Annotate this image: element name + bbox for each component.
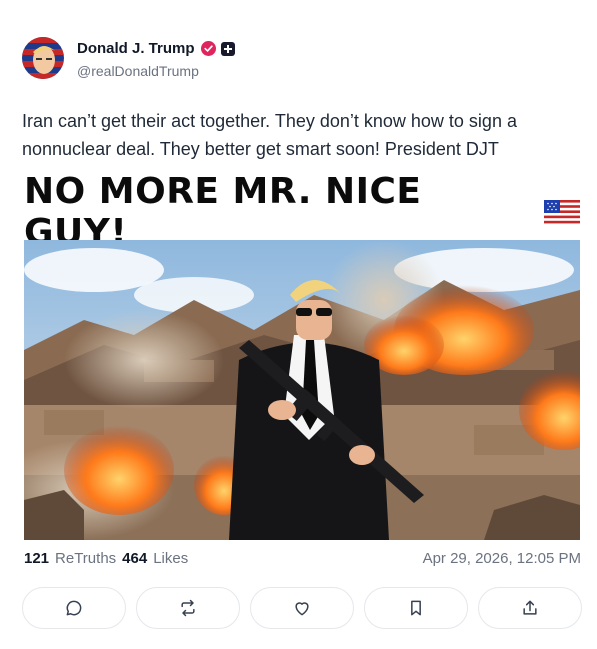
like-heart-icon <box>295 602 309 616</box>
verified-check-icon <box>200 41 216 56</box>
post-actions-bar <box>22 587 582 629</box>
bookmark-icon <box>411 600 421 616</box>
post-card: Donald J. Trump @realDonaldTrump Iran ca… <box>0 0 597 649</box>
author-handle[interactable]: @realDonaldTrump <box>77 63 199 79</box>
us-flag-icon <box>544 200 580 224</box>
plus-badge-icon <box>220 41 235 56</box>
post-media-image[interactable] <box>24 240 580 540</box>
retruths-count[interactable]: 121 <box>24 550 49 567</box>
media-headline-banner: NO MORE MR. NICE GUY! <box>24 171 580 253</box>
author-name-row: Donald J. Trump <box>77 40 235 57</box>
post-stats: 121 ReTruths 464 Likes Apr 29, 2026, 12:05 … <box>24 550 581 572</box>
post-body-text: Iran can’t get their act together. They … <box>22 111 517 159</box>
post-timestamp[interactable]: Apr 29, 2026, 12:05 PM <box>423 550 581 567</box>
author-display-name[interactable]: Donald J. Trump <box>77 40 195 57</box>
author-avatar[interactable] <box>22 37 64 79</box>
likes-label[interactable]: Likes <box>153 550 188 567</box>
retruths-label[interactable]: ReTruths <box>55 550 116 567</box>
retruth-icon <box>181 599 195 617</box>
reply-button[interactable] <box>22 587 126 629</box>
like-button[interactable] <box>250 587 354 629</box>
share-icon <box>523 600 537 615</box>
retruth-button[interactable] <box>136 587 240 629</box>
bookmark-button[interactable] <box>364 587 468 629</box>
share-button[interactable] <box>478 587 582 629</box>
reply-icon <box>66 600 82 616</box>
engagement-counts: 121 ReTruths 464 Likes <box>24 550 188 567</box>
likes-count[interactable]: 464 <box>122 550 147 567</box>
